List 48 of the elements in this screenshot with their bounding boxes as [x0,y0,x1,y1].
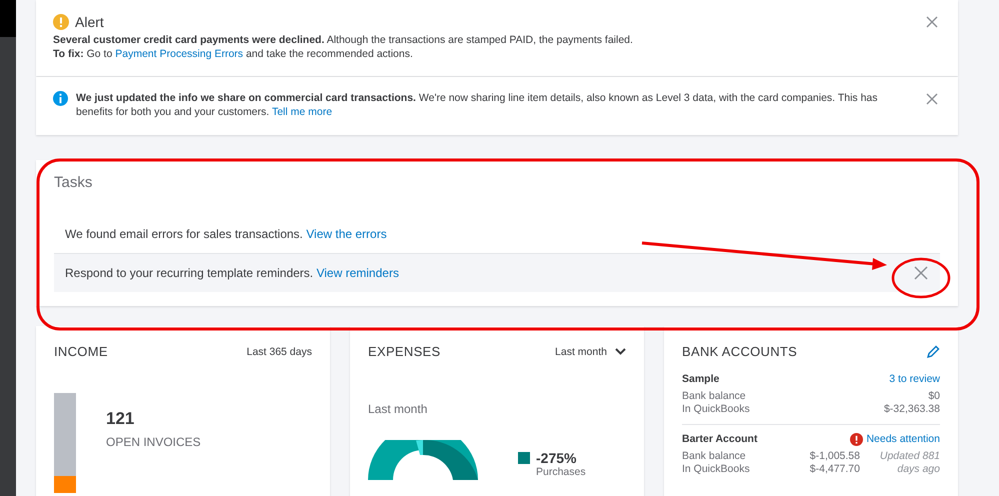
close-icon [926,16,938,28]
balance-amount: $-1,005.58 [810,450,860,463]
alert-message: To fix: Go to Payment Processing Errors and take the recommended actions. [53,47,414,61]
task-link[interactable]: View the errors [306,227,387,241]
alert-link[interactable]: Tell me more [272,106,332,118]
chart-subtitle: Last month [368,402,428,416]
balance-amount: $0 [927,390,940,403]
exclamation-icon [53,14,69,30]
updated-note: Updated 881 days ago [878,450,940,476]
info-icon [53,91,68,106]
legend-label: Purchases [536,466,586,478]
annotation-circle [892,258,950,298]
account-status-link[interactable]: 3 to review [889,373,940,386]
period-dropdown[interactable]: Last month [555,346,626,358]
balance-label: Bank balance [682,450,747,463]
close-icon [914,266,928,280]
close-icon [926,93,938,105]
balance-label: In QuickBooks [682,463,751,476]
close-button[interactable] [912,264,930,282]
alert-message: We just updated the info we share on commercial card transactions. We're now sharing line item details, also known as Level 3 data, with the card companies. This has benefits for both you and your customers. Tell me more [76,91,879,119]
chevron-down-icon [615,348,626,355]
period-label: Last 365 days [246,346,312,358]
card-title: BANK ACCOUNTS [682,344,798,359]
invoice-label: OPEN INVOICES [106,435,201,449]
balance-label: In QuickBooks [682,403,751,416]
account-status-link[interactable]: Needs attention [850,433,940,446]
alert-link[interactable]: Payment Processing Errors [115,48,244,60]
account-name: Sample [682,373,720,386]
exclamation-icon [850,433,864,446]
pencil-icon[interactable] [927,345,940,358]
legend-value: -275% [536,450,576,466]
account-name: Barter Account [682,433,758,446]
card-title: INCOME [54,344,108,359]
task-row[interactable]: Respond to your recurring template reminders. View reminders [54,253,940,292]
balance-amount: $-32,363.38 [884,403,940,416]
task-link[interactable]: View reminders [316,266,399,280]
invoice-count: 121 [106,409,136,429]
alert-message: Several customer credit card payments were declined. Although the transactions are stamped PAID, the payments failed. [53,33,634,47]
close-button[interactable] [924,91,940,107]
balance-amount: $-4,477.70 [810,463,860,476]
close-button[interactable] [924,14,940,30]
task-text: Respond to your recurring template reminders. View reminders [65,266,399,280]
card-title: Tasks [54,174,94,191]
card-title: EXPENSES [368,344,440,359]
balance-label: Bank balance [682,390,747,403]
task-text: We found email errors for sales transactions. View the errors [65,227,387,241]
task-row[interactable]: We found email errors for sales transactions. View the errors [54,215,940,253]
alert-title: Alert [75,15,104,29]
